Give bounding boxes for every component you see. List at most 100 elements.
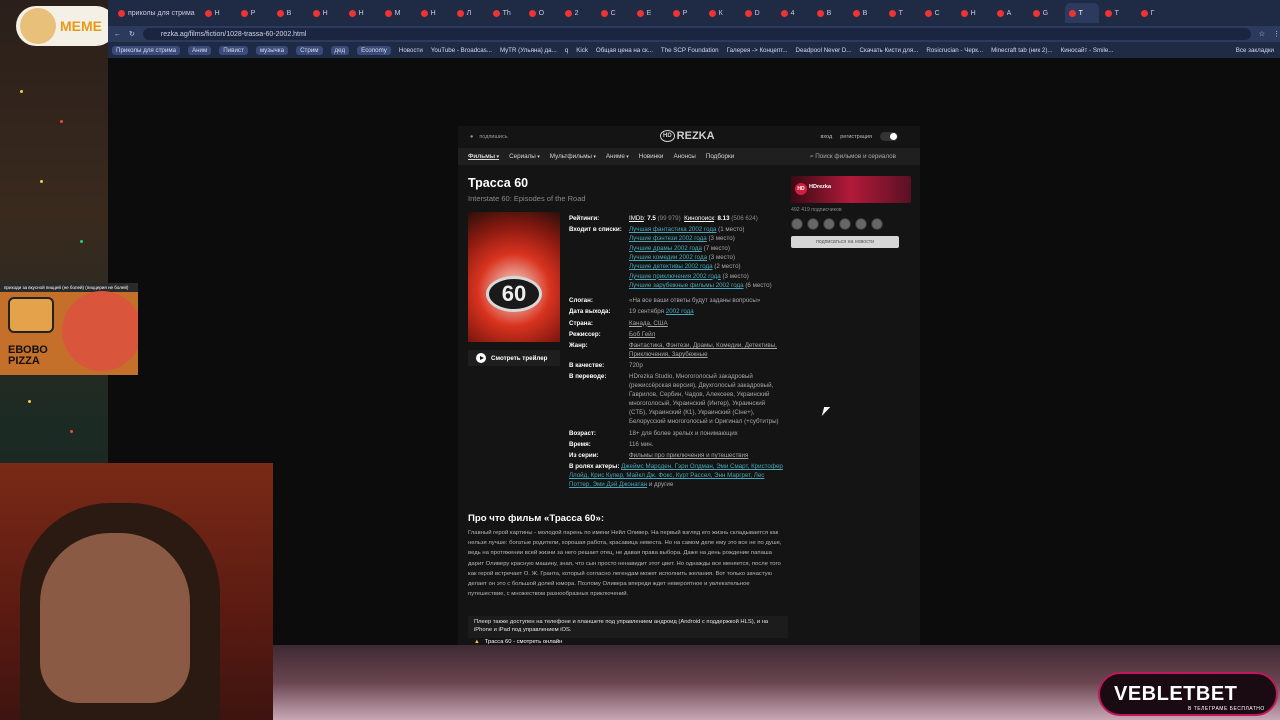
- star-icon[interactable]: ☆: [1259, 30, 1265, 38]
- browser-tab[interactable]: Г: [1137, 3, 1171, 23]
- bookmark-item[interactable]: Minecraft tab (ник 2)...: [991, 47, 1053, 54]
- browser-tab[interactable]: А: [993, 3, 1027, 23]
- imdb-link[interactable]: IMDb: [629, 215, 644, 222]
- browser-tab[interactable]: С: [921, 3, 955, 23]
- nav-films[interactable]: Фильмы: [468, 153, 499, 160]
- browser-tab[interactable]: Р: [237, 3, 271, 23]
- browser-tab[interactable]: D: [741, 3, 775, 23]
- browser-tab[interactable]: В: [813, 3, 847, 23]
- kp-link[interactable]: Кинопоиск: [684, 215, 714, 222]
- browser-tab[interactable]: Н: [417, 3, 451, 23]
- ad-brand: ЕВОВО PIZZA: [8, 345, 48, 367]
- screen: МЕМЕ приходи за вкусной пиццей (не болей…: [0, 0, 1280, 720]
- imdb-value: 7.5: [647, 215, 656, 222]
- tab-favicon-icon: [384, 9, 392, 17]
- bookmark-item[interactable]: музычка: [255, 45, 289, 55]
- avatar: [807, 218, 819, 230]
- subscribe-link[interactable]: подпишись: [479, 134, 507, 140]
- nav-announce[interactable]: Анонсы: [673, 153, 695, 160]
- bookmark-item[interactable]: Deadpool Never D...: [795, 47, 851, 54]
- pizza-ad: приходи за вкусной пиццей (не болей) (пи…: [0, 283, 138, 375]
- browser-tab[interactable]: приколы для стрима: [114, 3, 199, 23]
- bookmark-item[interactable]: Kick: [576, 47, 588, 54]
- bookmark-item[interactable]: Скачать Кисти для...: [860, 47, 919, 54]
- browser-tab[interactable]: 4: [777, 3, 811, 23]
- nav-new[interactable]: Новинки: [639, 153, 664, 160]
- address-bar-row: ← ↻ rezka.ag/films/fiction/1028-trassa-6…: [108, 26, 1280, 42]
- tab-favicon-icon: [708, 9, 716, 17]
- bookmark-item[interactable]: дед: [330, 45, 350, 55]
- watch-trailer-button[interactable]: Смотреть трейлер: [468, 350, 560, 366]
- bookmark-item[interactable]: Аним: [188, 45, 212, 55]
- tab-favicon-icon: [456, 9, 464, 17]
- bookmark-item[interactable]: Rosicrucian - Черк...: [926, 47, 983, 54]
- bookmark-item[interactable]: Киносайт - Smile...: [1061, 47, 1114, 54]
- bookmark-item[interactable]: Новости: [399, 47, 423, 54]
- nav-anime[interactable]: Аниме: [606, 153, 629, 160]
- avatar: [823, 218, 835, 230]
- main-nav: Фильмы Сериалы Мультфильмы Аниме Новинки…: [458, 148, 920, 165]
- info-row-series: Из серии: Фильмы про приключения и путеш…: [569, 451, 749, 459]
- ad-brand-line2: PIZZA: [8, 355, 40, 367]
- browser-tab[interactable]: М: [381, 3, 415, 23]
- browser-tab[interactable]: Th: [489, 3, 523, 23]
- browser-tab[interactable]: К: [705, 3, 739, 23]
- nav-collections[interactable]: Подборки: [706, 153, 734, 160]
- info-row-actors: В ролях актеры: Джеймс Марсден, Гэри Олд…: [569, 463, 783, 489]
- bookmark-item[interactable]: q: [565, 47, 568, 54]
- info-row-ratings: Рейтинги: IMDb: 7.5 (99 979) Кинопоиск: …: [569, 215, 758, 222]
- bookmark-item[interactable]: Пивист: [219, 45, 248, 55]
- browser-tab[interactable]: 2: [561, 3, 595, 23]
- browser-tab[interactable]: Н: [201, 3, 235, 23]
- warning-icon: ▲: [474, 639, 480, 645]
- register-link[interactable]: регистрация: [840, 134, 872, 140]
- sidebar-banner[interactable]: HDrezka: [791, 176, 911, 203]
- subscribe-news-button[interactable]: подписаться на новости: [791, 236, 899, 248]
- nav-cartoons[interactable]: Мультфильмы: [550, 153, 596, 160]
- browser-tab[interactable]: Е: [633, 3, 667, 23]
- back-icon[interactable]: ←: [114, 31, 121, 38]
- tab-favicon-icon: [1140, 9, 1148, 17]
- bookmark-item[interactable]: Economy: [357, 45, 391, 55]
- browser-tab[interactable]: G: [1029, 3, 1063, 23]
- nav-series[interactable]: Сериалы: [509, 153, 540, 160]
- tab-favicon-icon: [492, 9, 500, 17]
- browser-tab[interactable]: Л: [453, 3, 487, 23]
- reload-icon[interactable]: ↻: [129, 30, 135, 38]
- browser-tab[interactable]: В: [849, 3, 883, 23]
- bookmark-item[interactable]: Стрим: [296, 45, 323, 55]
- browser-tab[interactable]: Т: [885, 3, 919, 23]
- watch-online-strip[interactable]: ▲ Трасса 60 - смотреть онлайн: [468, 638, 788, 645]
- info-row-translation: В переводе: HDrezka Studio, Многоголосый…: [569, 373, 779, 426]
- browser-tab[interactable]: Н: [345, 3, 379, 23]
- subscribe-icon[interactable]: ●: [470, 134, 473, 140]
- movie-poster[interactable]: 60: [468, 212, 560, 342]
- browser-tab[interactable]: О: [525, 3, 559, 23]
- browser-tab[interactable]: С: [597, 3, 631, 23]
- url-text: rezka.ag/films/fiction/1028-trassa-60-20…: [160, 30, 307, 38]
- browser-tab-active[interactable]: Т: [1064, 3, 1099, 23]
- bookmark-item[interactable]: Галерея -> Концепт...: [727, 47, 788, 54]
- browser-tab[interactable]: Т: [1101, 3, 1135, 23]
- tab-favicon-icon: [744, 9, 752, 17]
- search-field[interactable]: ⌕ Поиск фильмов и сериалов: [810, 153, 920, 161]
- address-bar[interactable]: rezka.ag/films/fiction/1028-trassa-60-20…: [142, 28, 1251, 40]
- bookmark-item[interactable]: Общая цена на ск...: [596, 47, 653, 54]
- veblet-badge: VEBLETBET В ТЕЛЕГРАМЕ БЕСПЛАТНО: [1098, 672, 1278, 716]
- browser-tab[interactable]: Р: [669, 3, 703, 23]
- meme-label: МЕМЕ: [60, 18, 102, 34]
- bookmark-item[interactable]: YouTube - Broadcas...: [431, 47, 492, 54]
- all-bookmarks[interactable]: Все закладки: [1236, 47, 1280, 54]
- login-link[interactable]: вход: [820, 134, 832, 140]
- info-row-age: Возраст: 18+ для более зрелых и понимающ…: [569, 429, 738, 437]
- bookmark-item[interactable]: Приколы для стрима: [112, 45, 181, 55]
- menu-icon[interactable]: ⋮: [1273, 30, 1280, 38]
- browser-tab[interactable]: В: [273, 3, 307, 23]
- site-logo[interactable]: HD REZKA: [660, 130, 715, 142]
- bookmark-item[interactable]: The SCP Foundation: [661, 47, 719, 54]
- browser-tab[interactable]: Н: [957, 3, 991, 23]
- browser-tab[interactable]: Н: [309, 3, 343, 23]
- logo-hd: HD: [660, 130, 675, 142]
- theme-toggle[interactable]: [880, 132, 898, 141]
- bookmark-item[interactable]: MyTR (Ульяна) да...: [500, 47, 557, 54]
